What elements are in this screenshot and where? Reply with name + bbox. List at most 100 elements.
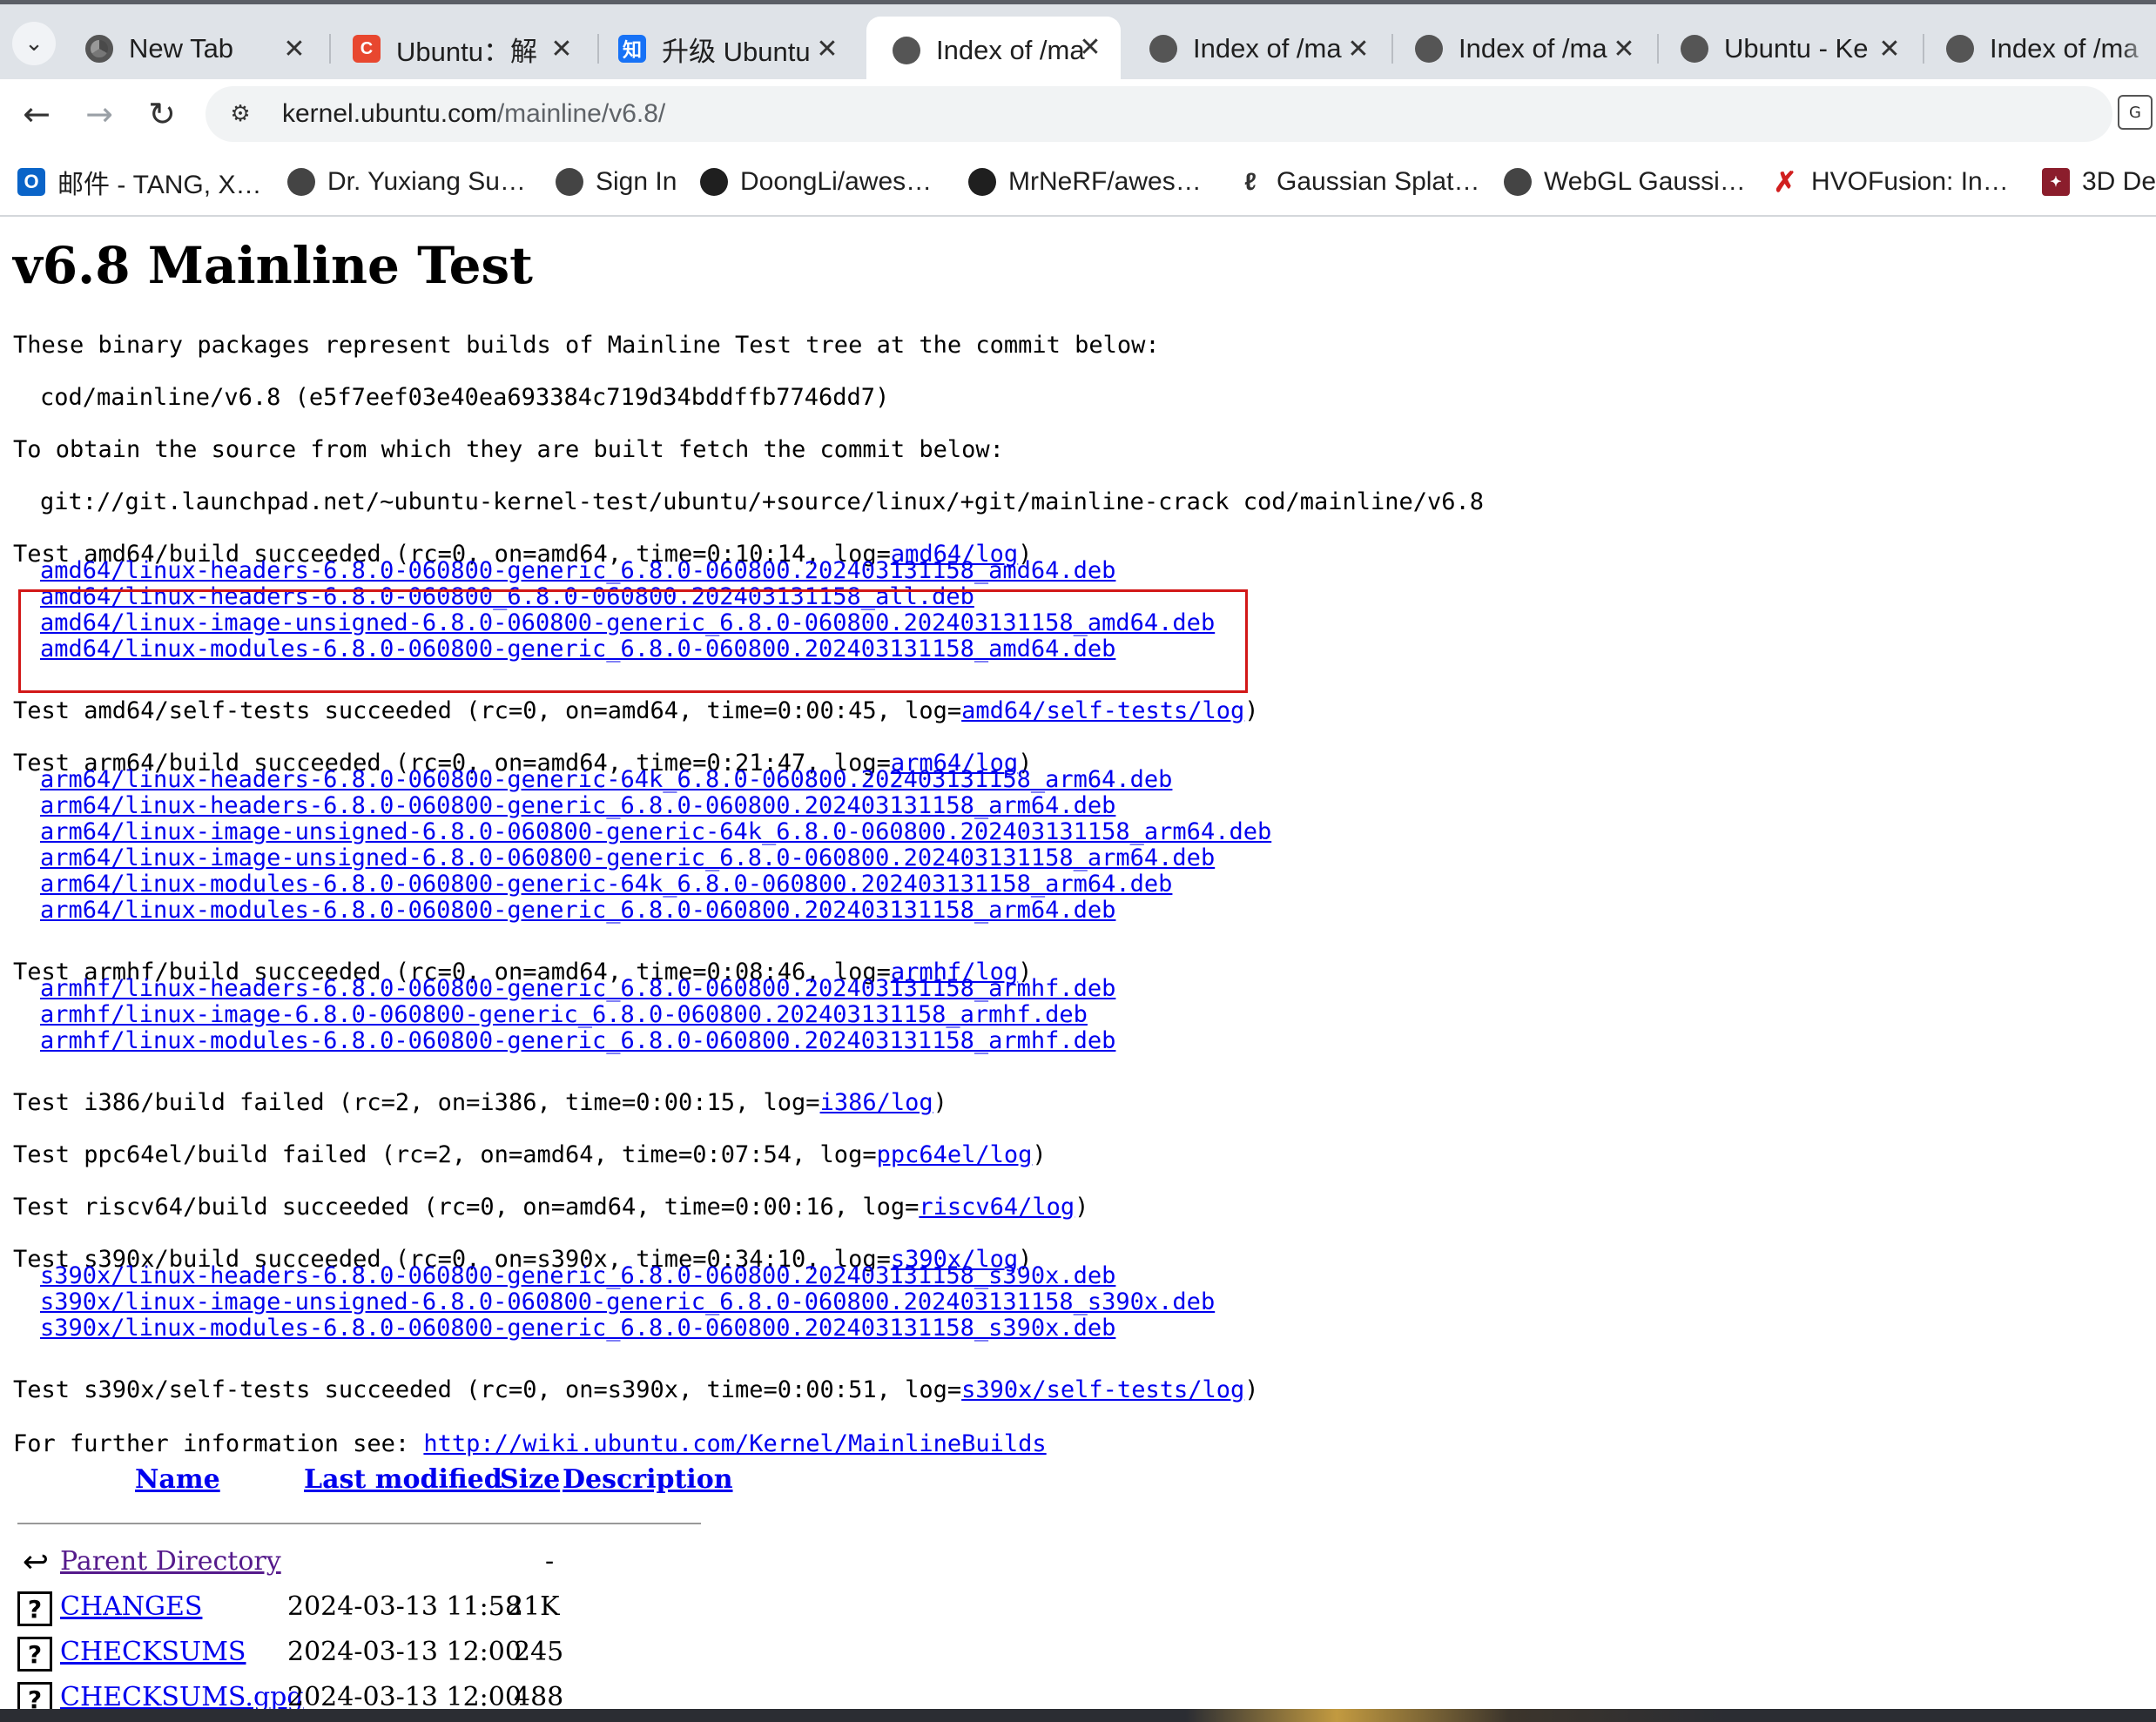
tab-ubuntu-kernel[interactable]: Ubuntu - Ke ✕ (1654, 18, 1920, 79)
arxiv-x-icon: ✗ (1773, 166, 1797, 198)
test-result-line: Test amd64/self-tests succeeded (rc=0, o… (13, 698, 1259, 724)
browser-toolbar: ← → ↻ ⚙ kernel.ubuntu.com/mainline/v6.8/… (0, 79, 2156, 149)
test-log-link[interactable]: ppc64el/log (877, 1141, 1033, 1168)
test-result-text: Test amd64/self-tests succeeded (rc=0, o… (13, 697, 962, 724)
file-link-checksums[interactable]: CHECKSUMS (60, 1637, 246, 1667)
test-result-line: Test riscv64/build succeeded (rc=0, on=a… (13, 1194, 1088, 1221)
test-result-line: Test s390x/self-tests succeeded (rc=0, o… (13, 1377, 1259, 1403)
mainline-builds-link[interactable]: http://wiki.ubuntu.com/Kernel/MainlineBu… (423, 1430, 1046, 1457)
test-result-line: Test i386/build failed (rc=2, on=i386, t… (13, 1090, 947, 1116)
unknown-file-icon: ? (17, 1591, 52, 1626)
tab-index-4[interactable]: Index of /ma (1920, 18, 2156, 79)
outlook-icon: O (17, 168, 45, 196)
bookmark-sign-in[interactable]: Sign In (556, 161, 677, 203)
deb-file-link[interactable]: armhf/linux-headers-6.8.0-060800-generic… (40, 976, 1115, 1002)
test-log-link[interactable]: amd64/self-tests/log (961, 697, 1244, 724)
deb-file-link[interactable]: armhf/linux-modules-6.8.0-060800-generic… (40, 1028, 1115, 1054)
tab-index-active[interactable]: Index of /ma ✕ (866, 17, 1121, 84)
deb-file-link[interactable]: s390x/linux-modules-6.8.0-060800-generic… (40, 1315, 1115, 1342)
deb-file-link[interactable]: s390x/linux-image-unsigned-6.8.0-060800-… (40, 1289, 1215, 1315)
site-info-icon[interactable]: ⚙ (223, 97, 258, 131)
bookmark-hvofusion[interactable]: ✗ HVOFusion: In… (1771, 161, 2009, 203)
deb-file-link[interactable]: armhf/linux-image-6.8.0-060800-generic_6… (40, 1002, 1088, 1028)
test-result-line: Test ppc64el/build failed (rc=2, on=amd6… (13, 1142, 1047, 1168)
c-icon: C (353, 35, 381, 63)
test-log-link[interactable]: i386/log (820, 1089, 933, 1116)
further-info-line: For further information see: http://wiki… (13, 1431, 1047, 1457)
bookmark-mail[interactable]: O 邮件 - TANG, X… (17, 161, 261, 203)
globe-icon (556, 168, 583, 196)
tab-index-3[interactable]: Index of /ma ✕ (1389, 18, 1654, 79)
deb-file-link[interactable]: arm64/linux-headers-6.8.0-060800-generic… (40, 793, 1115, 819)
test-result-text: Test s390x/self-tests succeeded (rc=0, o… (13, 1376, 962, 1403)
column-header-name[interactable]: Name (135, 1464, 220, 1495)
tab-ubuntu-solve[interactable]: C Ubuntu：解 ✕ (327, 18, 592, 79)
bookmark-label: HVOFusion: In… (1811, 167, 2009, 196)
column-header-description[interactable]: Description (563, 1464, 733, 1495)
close-icon[interactable]: ✕ (1344, 34, 1373, 64)
source-intro-text: To obtain the source from which they are… (13, 436, 1004, 463)
intro-text: These binary packages represent builds o… (13, 332, 1160, 359)
deb-file-link[interactable]: arm64/linux-headers-6.8.0-060800-generic… (40, 767, 1172, 793)
bookmark-label: Sign In (596, 167, 677, 196)
globe-icon (1415, 35, 1443, 63)
test-result-suffix: ) (1075, 1194, 1089, 1221)
test-result-text: Test ppc64el/build failed (rc=2, on=amd6… (13, 1141, 877, 1168)
close-icon[interactable]: ✕ (1875, 34, 1904, 64)
tab-upgrade-ubuntu[interactable]: 知 升级 Ubuntu ✕ (592, 18, 858, 79)
bookmark-webgl-gaussian[interactable]: WebGL Gaussi… (1504, 161, 1746, 203)
highlight-box (18, 589, 1248, 693)
test-result-text: Test riscv64/build succeeded (rc=0, on=a… (13, 1194, 920, 1221)
unknown-file-icon: ? (17, 1637, 52, 1672)
test-log-link[interactable]: s390x/self-tests/log (961, 1376, 1244, 1403)
source-command-text: git://git.launchpad.net/~ubuntu-kernel-t… (40, 488, 1485, 515)
close-icon[interactable]: ✕ (547, 34, 576, 64)
deb-file-link[interactable]: amd64/linux-headers-6.8.0-060800-generic… (40, 558, 1115, 584)
parent-directory-link[interactable]: Parent Directory (60, 1546, 281, 1577)
tab-index-2[interactable]: Index of /ma ✕ (1123, 18, 1389, 79)
bookmark-mrnerf[interactable]: MrNeRF/awes… (968, 161, 1202, 203)
file-link-changes[interactable]: CHANGES (60, 1591, 202, 1622)
test-log-link[interactable]: riscv64/log (919, 1194, 1075, 1221)
tab-new-tab[interactable]: New Tab ✕ (59, 18, 325, 79)
column-header-last-modified[interactable]: Last modified (304, 1464, 502, 1495)
deb-file-link[interactable]: arm64/linux-modules-6.8.0-060800-generic… (40, 898, 1115, 924)
back-arrow-icon[interactable]: ← (14, 91, 59, 137)
bookmark-gaussian-splat[interactable]: ℓ Gaussian Splat… (1236, 161, 1479, 203)
listing-size: 488 (514, 1682, 564, 1709)
close-icon[interactable]: ✕ (1609, 34, 1639, 64)
chrome-icon (85, 35, 113, 63)
address-bar[interactable]: ⚙ kernel.ubuntu.com/mainline/v6.8/ (205, 86, 2112, 142)
reload-icon[interactable]: ↻ (139, 91, 185, 137)
bookmark-doongli[interactable]: DoongLi/awes… (700, 161, 932, 203)
translate-icon[interactable]: G (2118, 95, 2153, 130)
deb-file-link[interactable]: arm64/linux-image-unsigned-6.8.0-060800-… (40, 819, 1271, 845)
github-icon (968, 168, 996, 196)
close-icon[interactable]: ✕ (280, 34, 309, 64)
listing-modified: 2024-03-13 12:00 (287, 1637, 522, 1667)
listing-modified: 2024-03-13 11:58 (287, 1591, 522, 1622)
deb-file-link[interactable]: arm64/linux-image-unsigned-6.8.0-060800-… (40, 845, 1215, 871)
zhihu-icon: 知 (618, 35, 646, 63)
forward-arrow-icon[interactable]: → (77, 91, 122, 137)
listing-size: - (545, 1546, 555, 1577)
globe-icon (1149, 35, 1177, 63)
bookmark-label: Dr. Yuxiang Su… (327, 167, 526, 196)
bookmark-label: WebGL Gaussi… (1544, 167, 1746, 196)
close-icon[interactable]: ✕ (1075, 32, 1105, 63)
url-path: /mainline/v6.8/ (496, 99, 666, 128)
globe-icon (1946, 35, 1974, 63)
bookmark-label: Gaussian Splat… (1277, 167, 1480, 196)
column-header-size[interactable]: Size (500, 1464, 560, 1495)
bookmark-dr-yuxiang[interactable]: Dr. Yuxiang Su… (287, 161, 526, 203)
deb-file-link[interactable]: s390x/linux-headers-6.8.0-060800-generic… (40, 1263, 1115, 1289)
listing-modified: 2024-03-13 12:00 (287, 1682, 522, 1709)
test-result-suffix: ) (1244, 1376, 1259, 1403)
deb-file-link[interactable]: arm64/linux-modules-6.8.0-060800-generic… (40, 871, 1172, 898)
tab-search-chevron-icon[interactable]: ⌄ (12, 22, 56, 65)
test-result-suffix: ) (1032, 1141, 1047, 1168)
bookmark-3d-del[interactable]: ✦ 3D Del (2042, 161, 2156, 203)
file-link-checksums-gpg[interactable]: CHECKSUMS.gpg (60, 1682, 304, 1709)
close-icon[interactable]: ✕ (812, 34, 842, 64)
bookmark-label: DoongLi/awes… (740, 167, 933, 196)
